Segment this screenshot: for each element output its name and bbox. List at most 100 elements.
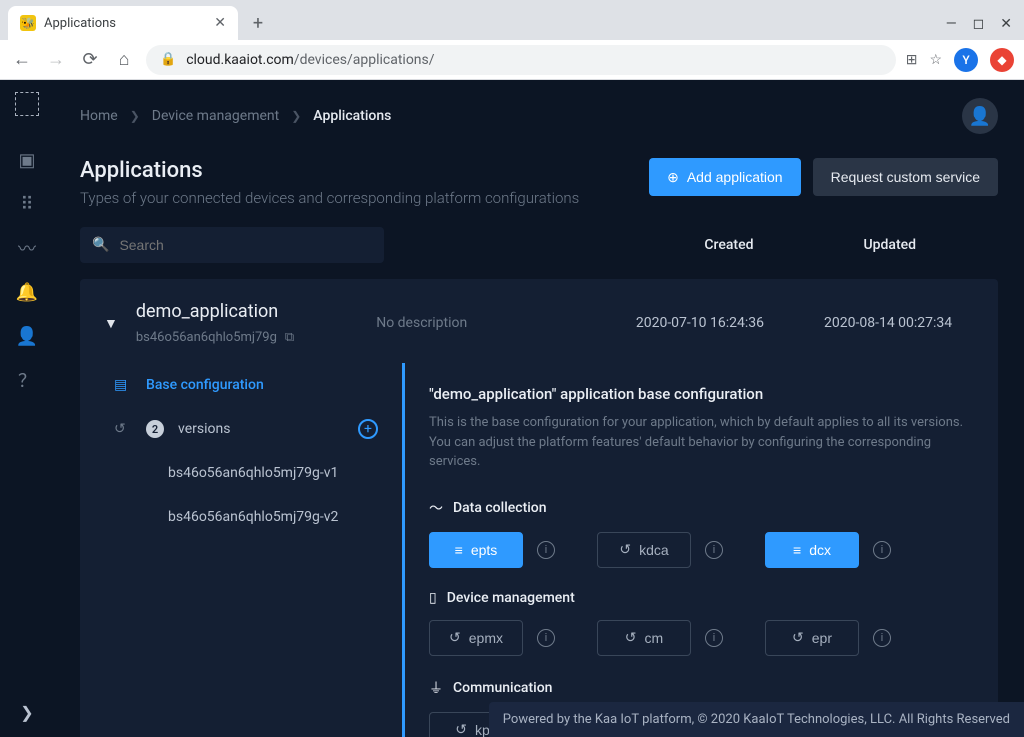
side-item-versions[interactable]: ↺ 2 versions +	[80, 407, 402, 451]
service-chip-epmx[interactable]: ↺ epmx	[429, 620, 523, 656]
service-label: cm	[645, 630, 664, 646]
service-row: ↺ epmx i ↺ cm i ↺ epr	[429, 620, 974, 656]
request-custom-service-button[interactable]: Request custom service	[813, 158, 998, 196]
service-label: epts	[471, 542, 497, 558]
restore-icon: ↺	[455, 721, 467, 737]
profile-avatar[interactable]: Y	[954, 48, 978, 72]
rail-notifications-icon[interactable]: 🔔	[7, 272, 47, 312]
page-subtitle: Types of your connected devices and corr…	[80, 189, 579, 207]
add-application-button[interactable]: ⊕ Add application	[649, 158, 800, 196]
service-label: kdca	[639, 542, 669, 558]
add-application-label: Add application	[687, 169, 783, 185]
app-root: ▣ ⠿ 〰 🔔 👤 ？ ❯ Home ❯ Device management ❯…	[0, 80, 1024, 737]
info-icon[interactable]: i	[705, 541, 723, 559]
browser-toolbar: ← → ⟳ ⌂ 🔒 cloud.kaaiot.com/devices/appli…	[0, 40, 1024, 80]
window-controls: — ◻ ✕	[946, 16, 1024, 40]
plus-circle-icon: ⊕	[667, 169, 679, 186]
rail-help-icon[interactable]: ？	[7, 360, 47, 400]
version-item[interactable]: bs46o56an6qhlo5mj79g-v2	[80, 495, 402, 539]
info-icon[interactable]: i	[873, 629, 891, 647]
breadcrumb-applications: Applications	[313, 108, 391, 124]
column-updated: Updated	[863, 237, 916, 253]
home-button[interactable]: ⌂	[112, 49, 136, 70]
info-icon[interactable]: i	[537, 541, 555, 559]
rail-expand-icon[interactable]: ❯	[7, 697, 47, 737]
reload-button[interactable]: ⟳	[78, 49, 102, 70]
close-icon[interactable]: ✕	[214, 15, 226, 31]
wifi-icon: ⏚	[429, 678, 443, 698]
user-icon: 👤	[969, 106, 991, 127]
restore-icon: ↺	[449, 629, 461, 646]
restore-icon: ↺	[792, 629, 804, 646]
config-title: "demo_application" application base conf…	[429, 385, 974, 403]
back-button[interactable]: ←	[10, 49, 34, 70]
browser-chrome: 🐝 Applications ✕ + — ◻ ✕ ← → ⟳ ⌂ 🔒 cloud…	[0, 0, 1024, 80]
chevron-right-icon: ❯	[291, 109, 301, 123]
service-group-name: Communication	[453, 680, 552, 696]
side-item-label: Base configuration	[146, 377, 264, 393]
version-item[interactable]: bs46o56an6qhlo5mj79g-v1	[80, 451, 402, 495]
translate-icon[interactable]: ⊞	[906, 52, 918, 68]
new-tab-button[interactable]: +	[244, 9, 272, 37]
service-label: epr	[812, 630, 832, 646]
service-chip-cm[interactable]: ↺ cm	[597, 620, 691, 656]
application-title-col: demo_application bs46o56an6qhlo5mj79g ⧉	[136, 301, 294, 345]
application-dates: 2020-07-10 16:24:36 2020-08-14 00:27:34	[614, 315, 974, 331]
application-updated: 2020-08-14 00:27:34	[824, 315, 974, 331]
config-panel: "demo_application" application base conf…	[402, 363, 998, 737]
close-window-icon[interactable]: ✕	[1000, 16, 1012, 32]
service-group-header: ⏚ Communication	[429, 678, 974, 698]
side-item-label: versions	[178, 421, 230, 437]
side-item-base-configuration[interactable]: ▤ Base configuration	[80, 363, 402, 407]
application-card-header[interactable]: ▼ demo_application bs46o56an6qhlo5mj79g …	[80, 279, 998, 363]
service-chip-kdca[interactable]: ↺ kdca	[597, 532, 691, 568]
account-button[interactable]: 👤	[962, 98, 998, 134]
list-controls: 🔍 Created Updated	[54, 227, 1024, 275]
tune-icon: ≡	[793, 542, 801, 558]
info-icon[interactable]: i	[873, 541, 891, 559]
page-header: Applications Types of your connected dev…	[54, 134, 1024, 227]
info-icon[interactable]: i	[537, 629, 555, 647]
service-row: ≡ epts i ↺ kdca i ≡ dcx	[429, 532, 974, 568]
service-chip-dcx[interactable]: ≡ dcx	[765, 532, 859, 568]
extension-icon[interactable]: ◆	[990, 48, 1014, 72]
address-bar[interactable]: 🔒 cloud.kaaiot.com/devices/applications/	[146, 45, 896, 75]
lock-icon: 🔒	[160, 52, 176, 67]
search-box[interactable]: 🔍	[80, 227, 384, 263]
brand-logo-icon[interactable]	[15, 92, 39, 116]
maximize-icon[interactable]: ◻	[973, 16, 985, 32]
application-id-row: bs46o56an6qhlo5mj79g ⧉	[136, 330, 294, 345]
rail-dashboard-icon[interactable]: ▣	[7, 140, 47, 180]
application-side-list: ▤ Base configuration ↺ 2 versions + bs46…	[80, 363, 402, 737]
minimize-icon[interactable]: —	[946, 16, 957, 32]
breadcrumb-home[interactable]: Home	[80, 108, 118, 124]
service-group-name: Data collection	[453, 500, 547, 516]
info-icon[interactable]: i	[705, 629, 723, 647]
forward-button[interactable]: →	[44, 49, 68, 70]
bookmark-star-icon[interactable]: ☆	[929, 52, 942, 68]
service-group-data-collection: 〜 Data collection ≡ epts i ↺ kdca	[429, 498, 974, 568]
service-group-name: Device management	[447, 590, 575, 606]
versions-count-badge: 2	[146, 420, 164, 438]
application-description: No description	[376, 315, 467, 331]
chevron-down-icon[interactable]: ▼	[104, 315, 118, 332]
service-chip-epts[interactable]: ≡ epts	[429, 532, 523, 568]
service-group-device-management: ▯ Device management ↺ epmx i ↺ cm	[429, 590, 974, 656]
url-text: cloud.kaaiot.com/devices/applications/	[186, 52, 434, 68]
browser-tab[interactable]: 🐝 Applications ✕	[8, 6, 238, 40]
header-titles: Applications Types of your connected dev…	[80, 158, 579, 207]
favicon-icon: 🐝	[20, 15, 36, 31]
rail-apps-icon[interactable]: ⠿	[7, 184, 47, 224]
rail-user-icon[interactable]: 👤	[7, 316, 47, 356]
config-subtitle: This is the base configuration for your …	[429, 413, 974, 472]
search-icon: 🔍	[92, 237, 109, 253]
search-input[interactable]	[119, 237, 372, 253]
request-custom-service-label: Request custom service	[831, 169, 980, 185]
nav-rail: ▣ ⠿ 〰 🔔 👤 ？ ❯	[0, 80, 54, 737]
rail-analytics-icon[interactable]: 〰	[7, 228, 47, 268]
copy-icon[interactable]: ⧉	[285, 330, 294, 345]
service-chip-epr[interactable]: ↺ epr	[765, 620, 859, 656]
service-group-header: ▯ Device management	[429, 590, 974, 606]
add-version-button[interactable]: +	[358, 419, 378, 439]
breadcrumb-device-management[interactable]: Device management	[152, 108, 279, 124]
